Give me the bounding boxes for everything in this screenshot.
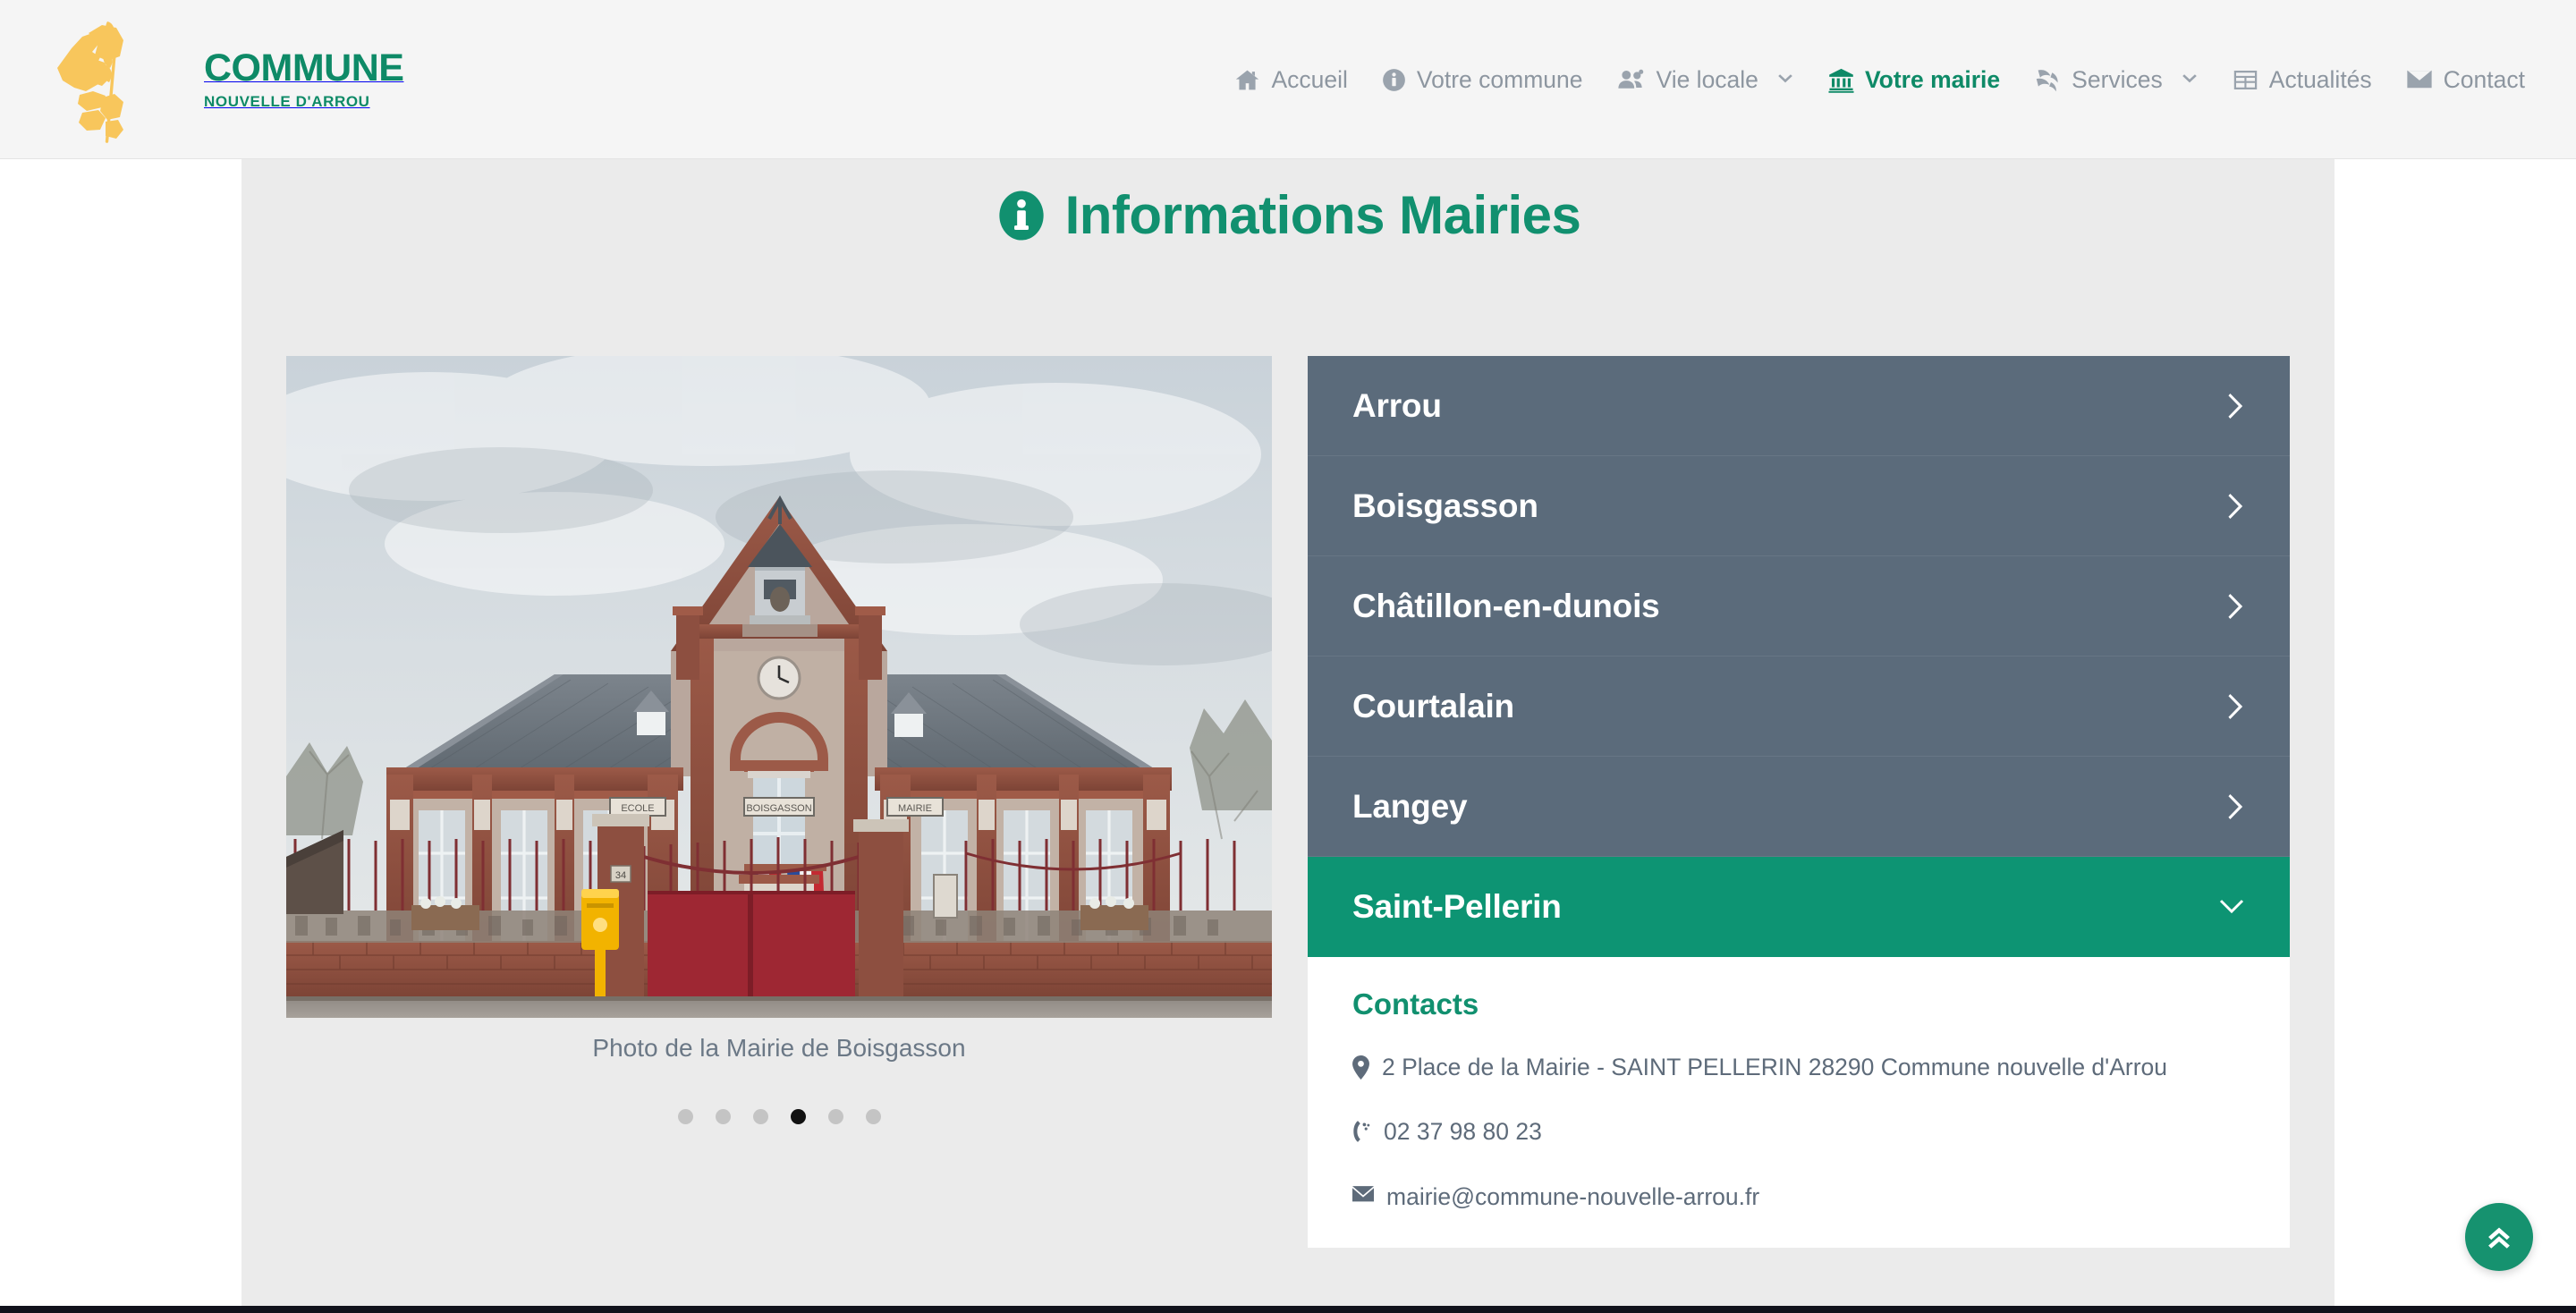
accordion-item-langey[interactable]: Langey: [1308, 757, 2290, 857]
page-content-canvas: Informations Mairies ECOLE BOISGASSON MA…: [242, 159, 2334, 1306]
main-navigation: Accueil Votre commune Vie locale Votre m…: [1217, 0, 2542, 159]
info-circle-icon: [996, 190, 1047, 241]
carousel-dot-4[interactable]: [790, 1109, 806, 1124]
chevron-right-icon: [2228, 693, 2243, 719]
accordion-label: Arrou: [1352, 386, 1442, 424]
accordion-label: Boisgasson: [1352, 487, 1538, 524]
mairie-photo-carousel: ECOLE BOISGASSON MAIRIE 34 Photo de la M…: [286, 356, 1272, 1124]
nav-item-actualites[interactable]: Actualités: [2216, 57, 2389, 103]
svg-text:BOISGASSON: BOISGASSON: [746, 803, 811, 814]
chevron-right-icon: [2228, 593, 2243, 619]
envelope-icon: [1352, 1185, 1374, 1202]
contact-email[interactable]: mairie@commune-nouvelle-arrou.fr: [1386, 1182, 1759, 1212]
svg-text:34: 34: [615, 870, 626, 881]
envelope-icon: [2407, 70, 2432, 89]
logo-subtitle: NOUVELLE D'ARROU: [204, 92, 370, 110]
accordion-item-courtalain[interactable]: Courtalain: [1308, 656, 2290, 757]
home-icon: [1236, 70, 1259, 89]
chevron-right-icon: [2228, 393, 2243, 419]
commune-map-wheat-logo-icon: [57, 21, 123, 143]
contacts-heading: Contacts: [1352, 987, 1479, 1021]
carousel-dot-1[interactable]: [677, 1109, 693, 1124]
site-header: COMMUNE NOUVELLE D'ARROU Accueil Votre c…: [0, 0, 2576, 159]
phone-volume-icon: [1353, 1121, 1370, 1143]
nav-item-votre-commune[interactable]: Votre commune: [1365, 57, 1600, 103]
accordion-label: Langey: [1352, 787, 1468, 825]
chevron-right-icon: [2228, 793, 2243, 819]
chevron-right-icon: [2228, 493, 2243, 519]
carousel-dot-2[interactable]: [715, 1109, 731, 1124]
nav-label: Contact: [2443, 65, 2525, 93]
carousel-dot-6[interactable]: [865, 1109, 881, 1124]
accordion-panel-saint-pellerin: Contacts 2 Place de la Mairie - SAINT PE…: [1308, 957, 2290, 1249]
mairie-photo[interactable]: ECOLE BOISGASSON MAIRIE 34: [286, 356, 1272, 1018]
users-icon: [1617, 69, 1643, 89]
accordion-label: Châtillon-en-dunois: [1352, 587, 1660, 624]
nav-label: Vie locale: [1656, 65, 1758, 93]
nav-label: Votre mairie: [1864, 65, 2001, 93]
chevron-down-icon: [2219, 899, 2244, 913]
chevron-down-icon: [1778, 74, 1792, 83]
carousel-dot-5[interactable]: [827, 1109, 843, 1124]
bank-icon: [1828, 68, 1854, 93]
svg-text:MAIRIE: MAIRIE: [898, 803, 932, 814]
nav-item-services[interactable]: Services: [2017, 57, 2216, 103]
contact-phone[interactable]: 02 37 98 80 23: [1384, 1116, 1542, 1147]
footer-strip: [0, 1306, 2576, 1313]
nav-label: Accueil: [1271, 65, 1348, 93]
chevron-double-up-icon: [2488, 1227, 2510, 1249]
contact-address: 2 Place de la Mairie - SAINT PELLERIN 28…: [1382, 1054, 2168, 1080]
accordion-label: Saint-Pellerin: [1352, 887, 1562, 925]
svg-text:ECOLE: ECOLE: [621, 803, 654, 814]
site-logo[interactable]: COMMUNE NOUVELLE D'ARROU: [43, 13, 404, 147]
mairies-accordion: Arrou Boisgasson Châtillon-en-dunois Cou…: [1308, 356, 2290, 1249]
page-title: Informations Mairies: [1064, 185, 1581, 245]
chevron-down-icon: [2182, 74, 2197, 83]
contact-address-row: 2 Place de la Mairie - SAINT PELLERIN 28…: [1352, 1052, 2245, 1082]
nav-item-accueil[interactable]: Accueil: [1217, 57, 1364, 103]
nav-item-vie-locale[interactable]: Vie locale: [1600, 56, 1811, 103]
contact-phone-row: 02 37 98 80 23: [1352, 1116, 2245, 1147]
nav-label: Votre commune: [1416, 65, 1583, 93]
accordion-label: Courtalain: [1352, 687, 1514, 724]
news-icon: [2233, 70, 2257, 89]
nav-item-contact[interactable]: Contact: [2389, 57, 2542, 103]
logo-title: COMMUNE: [204, 46, 404, 89]
scroll-to-top-button[interactable]: [2465, 1203, 2533, 1271]
nav-item-votre-mairie[interactable]: Votre mairie: [1811, 57, 2017, 103]
nav-label: Services: [2072, 65, 2163, 93]
info-icon: [1383, 68, 1405, 91]
map-pin-icon: [1352, 1055, 1369, 1080]
accordion-item-arrou[interactable]: Arrou: [1308, 356, 2290, 456]
nav-label: Actualités: [2268, 65, 2372, 93]
accordion-item-boisgasson[interactable]: Boisgasson: [1308, 456, 2290, 556]
accordion-item-saint-pellerin[interactable]: Saint-Pellerin: [1308, 857, 2290, 957]
contact-email-row: mairie@commune-nouvelle-arrou.fr: [1352, 1182, 2245, 1212]
carousel-dots: [286, 1109, 1272, 1124]
photo-caption: Photo de la Mairie de Boisgasson: [592, 1034, 966, 1062]
carousel-dot-3[interactable]: [752, 1109, 768, 1124]
page-title-row: Informations Mairies: [242, 184, 2334, 246]
accordion-item-chatillon-en-dunois[interactable]: Châtillon-en-dunois: [1308, 556, 2290, 656]
layers-icon: [2036, 69, 2058, 91]
